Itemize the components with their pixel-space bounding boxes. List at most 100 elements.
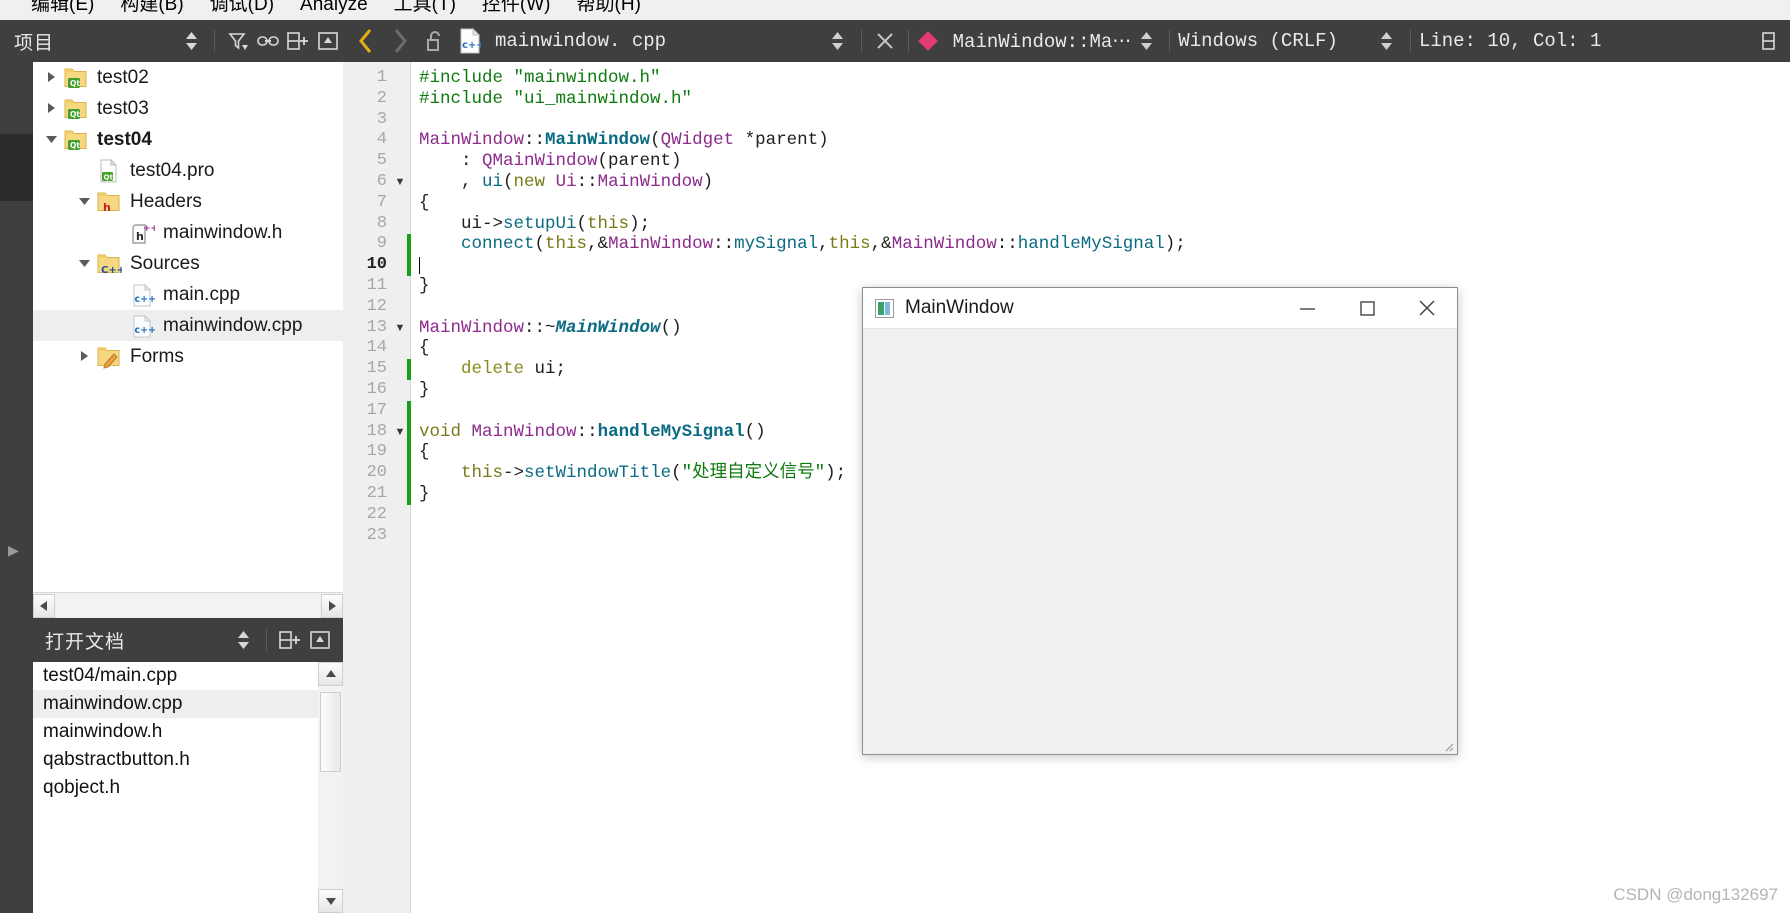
scroll-left-button[interactable] — [33, 593, 55, 618]
tree-item-mainwindow-cpp[interactable]: c++ mainwindow.cpp — [33, 310, 343, 341]
project-tree[interactable]: Qt test02 Qt test03 Qt test04 Qt test04.pro h Hea… — [33, 62, 343, 592]
editor-line[interactable]: 4 MainWindow::MainWindow(QWidget *parent) — [343, 130, 1790, 151]
tree-item-forms[interactable]: Forms — [33, 341, 343, 372]
link-icon[interactable] — [253, 26, 283, 56]
back-chevron-icon[interactable] — [349, 26, 383, 56]
tree-item-label: test02 — [97, 66, 149, 88]
editor-line[interactable]: 5 : QMainWindow(parent) — [343, 151, 1790, 172]
od-scroll-down-button[interactable] — [318, 889, 343, 913]
menu-item-analyze[interactable]: Analyze — [287, 0, 381, 15]
fold-toggle-icon[interactable]: ▼ — [393, 318, 407, 339]
fold-toggle-icon[interactable]: ▼ — [393, 172, 407, 193]
app-window-body — [863, 329, 1457, 754]
filter-icon[interactable] — [223, 26, 253, 56]
close-x-icon[interactable] — [870, 26, 900, 56]
line-number: 14 — [366, 338, 387, 358]
project-tree-hscrollbar[interactable] — [33, 592, 343, 618]
svg-text:Qt: Qt — [70, 110, 80, 119]
chevron-right-icon[interactable] — [72, 346, 96, 368]
close-split-icon[interactable] — [313, 26, 343, 56]
tree-item-test04[interactable]: Qt test04 — [33, 124, 343, 155]
editor-line[interactable]: 7{ — [343, 193, 1790, 214]
code-text: { — [419, 338, 430, 359]
split-add-icon[interactable] — [283, 26, 313, 56]
forward-chevron-icon[interactable] — [383, 26, 417, 56]
svg-text:c++: c++ — [462, 40, 481, 51]
od-scroll-up-button[interactable] — [318, 662, 343, 686]
editor-line[interactable]: 3 — [343, 110, 1790, 131]
chevron-down-icon[interactable] — [39, 129, 63, 151]
tree-item-test03[interactable]: Qt test03 — [33, 93, 343, 124]
close-button[interactable] — [1397, 288, 1457, 329]
open-documents-list[interactable]: test04/main.cpp mainwindow.cpp mainwindow.… — [33, 662, 343, 913]
editor-line[interactable]: 8 ui->setupUi(this); — [343, 214, 1790, 235]
line-ending-dropdown-icon[interactable] — [1372, 26, 1402, 56]
chevron-right-icon[interactable] — [39, 98, 63, 120]
menu-item-help[interactable]: 帮助(H) — [564, 0, 654, 15]
expand-sidebar-icon[interactable]: ▶ — [8, 542, 19, 559]
line-number: 6 — [376, 171, 387, 191]
symbol-selector[interactable]: MainWindow::Ma⋯ — [953, 30, 1132, 53]
fold-toggle-icon[interactable]: ▼ — [393, 422, 407, 443]
menu-item-window[interactable]: 控件(W) — [469, 0, 564, 15]
editor-line[interactable]: 2 #include "ui_mainwindow.h" — [343, 89, 1790, 110]
open-document-item[interactable]: qobject.h — [33, 774, 343, 802]
tree-item-sources[interactable]: C++ Sources — [33, 248, 343, 279]
menu-item-tools[interactable]: 工具(T) — [381, 0, 469, 15]
hscroll-track[interactable] — [55, 593, 321, 618]
open-document-item[interactable]: qabstractbutton.h — [33, 746, 343, 774]
tree-item-label: test04.pro — [130, 159, 215, 181]
od-scroll-thumb[interactable] — [320, 692, 341, 772]
line-number: 18 — [366, 421, 387, 441]
pink-diamond-icon[interactable] — [917, 31, 938, 51]
maximize-button[interactable] — [1337, 288, 1397, 329]
sort-updown-icon[interactable] — [176, 26, 206, 56]
menu-item-edit[interactable]: 编辑(E) — [18, 0, 107, 15]
active-file-name[interactable]: mainwindow. cpp — [495, 30, 666, 52]
line-number: 13 — [366, 317, 387, 337]
chevron-right-icon[interactable] — [39, 67, 63, 89]
tree-item-label: test04 — [97, 128, 152, 150]
resize-grip-icon[interactable] — [1442, 739, 1454, 752]
minimize-button[interactable] — [1277, 288, 1337, 329]
tree-item-headers[interactable]: h Headers — [33, 186, 343, 217]
open-document-item[interactable]: test04/main.cpp — [33, 662, 343, 690]
mode-block-3[interactable] — [0, 201, 33, 405]
symbol-dropdown-icon[interactable] — [1131, 26, 1161, 56]
tree-item-mainwindow-h[interactable]: h ++ mainwindow.h — [33, 217, 343, 248]
editor-line[interactable]: 10 — [343, 255, 1790, 276]
menu-item-debug[interactable]: 调试(D) — [197, 0, 287, 15]
app-window-titlebar[interactable]: MainWindow — [863, 288, 1457, 329]
mode-block-4[interactable] — [0, 405, 33, 530]
chevron-down-icon[interactable] — [72, 191, 96, 213]
editor-line[interactable]: 6 ▼ , ui(new Ui::MainWindow) — [343, 172, 1790, 193]
scroll-right-button[interactable] — [321, 593, 343, 618]
open-document-item[interactable]: mainwindow.cpp — [33, 690, 343, 718]
open-docs-sort-icon[interactable] — [228, 625, 258, 655]
svg-text:c++: c++ — [135, 294, 156, 305]
editor-line[interactable]: 1 #include "mainwindow.h" — [343, 68, 1790, 89]
change-marker — [407, 359, 411, 380]
mainwindow-app-window[interactable]: MainWindow — [862, 287, 1458, 755]
open-document-item[interactable]: mainwindow.h — [33, 718, 343, 746]
line-ending-selector[interactable]: Windows (CRLF) — [1178, 30, 1338, 52]
unlocked-icon[interactable] — [417, 26, 453, 56]
code-text: void MainWindow::handleMySignal() — [419, 421, 766, 442]
tree-item-main-cpp[interactable]: c++ main.cpp — [33, 279, 343, 310]
mode-block-5[interactable] — [0, 530, 33, 913]
mode-block-1[interactable] — [0, 62, 33, 134]
tree-item-test02[interactable]: Qt test02 — [33, 62, 343, 93]
open-docs-close-split-icon[interactable] — [305, 625, 335, 655]
mode-block-active[interactable] — [0, 134, 33, 201]
chevron-down-icon[interactable] — [72, 253, 96, 275]
tree-item-test04-pro[interactable]: Qt test04.pro — [33, 155, 343, 186]
change-marker — [407, 483, 411, 505]
editor-line[interactable]: 9 connect(this,&MainWindow::mySignal,thi… — [343, 234, 1790, 256]
line-number: 4 — [376, 130, 387, 150]
split-editor-icon[interactable] — [1758, 26, 1788, 56]
code-text: delete ui; — [461, 359, 567, 380]
file-dropdown-icon[interactable] — [823, 26, 853, 56]
open-docs-split-add-icon[interactable] — [275, 625, 305, 655]
open-documents-scrollbar[interactable] — [318, 662, 343, 913]
menu-item-build[interactable]: 构建(B) — [107, 0, 196, 15]
